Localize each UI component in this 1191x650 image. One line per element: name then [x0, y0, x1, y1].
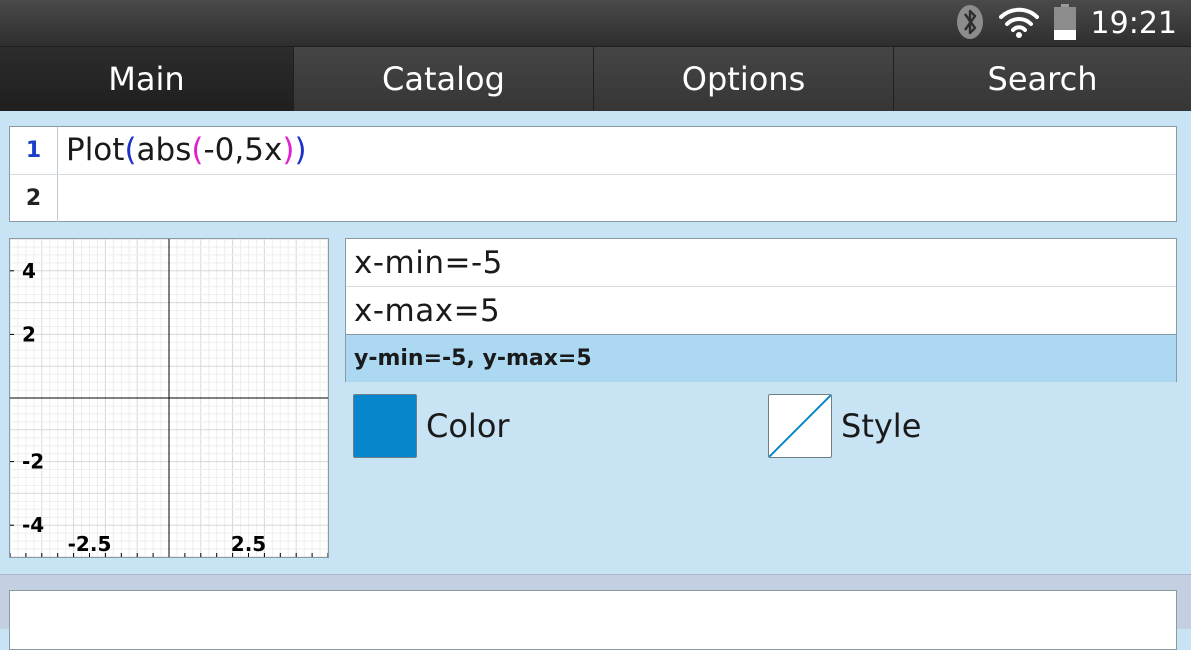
output-area [9, 590, 1177, 650]
status-bar: 19:21 [0, 0, 1191, 47]
input-line-2[interactable]: 2 [10, 175, 1176, 222]
status-icons: 19:21 [955, 0, 1177, 47]
y-tick-label: 4 [22, 259, 36, 283]
paren: ( [191, 132, 204, 168]
bluetooth-icon [955, 3, 985, 45]
paren: ( [124, 132, 137, 168]
y-tick-label: -2 [22, 450, 44, 474]
input-editor[interactable]: 1 Plot(abs(-0,5x)) 2 [9, 126, 1177, 222]
line-style-icon [769, 395, 831, 457]
tab-search[interactable]: Search [894, 47, 1191, 111]
x-min-field[interactable]: x-min=-5 [346, 239, 1176, 287]
battery-icon [1053, 3, 1077, 45]
range-settings: x-min=-5 x-max=5 y-min=-5, y-max=5 [345, 238, 1177, 382]
line-number: 1 [10, 127, 58, 174]
input-line-1[interactable]: 1 Plot(abs(-0,5x)) [10, 127, 1176, 175]
x-tick-label: 2.5 [231, 532, 266, 556]
inner-function-name: abs [136, 132, 192, 168]
x-max-value: x-max=5 [354, 293, 501, 329]
input-expression[interactable]: Plot(abs(-0,5x)) [66, 127, 307, 174]
style-swatch-button[interactable] [768, 394, 832, 458]
y-range-value: y-min=-5, y-max=5 [354, 346, 592, 371]
style-label: Style [841, 407, 922, 445]
tab-main[interactable]: Main [0, 47, 294, 111]
graph-preview[interactable]: 4 2 -2 -4 -2.5 2.5 [9, 238, 329, 558]
tab-options[interactable]: Options [594, 47, 894, 111]
line-number: 2 [10, 175, 58, 222]
status-time: 19:21 [1090, 6, 1177, 41]
y-tick-label: 2 [22, 322, 36, 346]
paren: ) [282, 132, 295, 168]
tab-catalog[interactable]: Catalog [294, 47, 594, 111]
x-tick-label: -2.5 [68, 532, 112, 556]
x-min-value: x-min=-5 [354, 245, 503, 281]
y-range-field[interactable]: y-min=-5, y-max=5 [346, 335, 1176, 382]
paren: ) [294, 132, 307, 168]
color-label: Color [426, 407, 510, 445]
wifi-icon [998, 6, 1039, 42]
argument: -0,5x [203, 132, 283, 168]
color-swatch-button[interactable] [353, 394, 417, 458]
tab-bar: Main Catalog Options Search [0, 47, 1191, 111]
y-tick-label: -4 [22, 513, 44, 537]
function-name: Plot [66, 132, 125, 168]
x-max-field[interactable]: x-max=5 [346, 287, 1176, 335]
graph-canvas: 4 2 -2 -4 -2.5 2.5 [10, 239, 328, 557]
